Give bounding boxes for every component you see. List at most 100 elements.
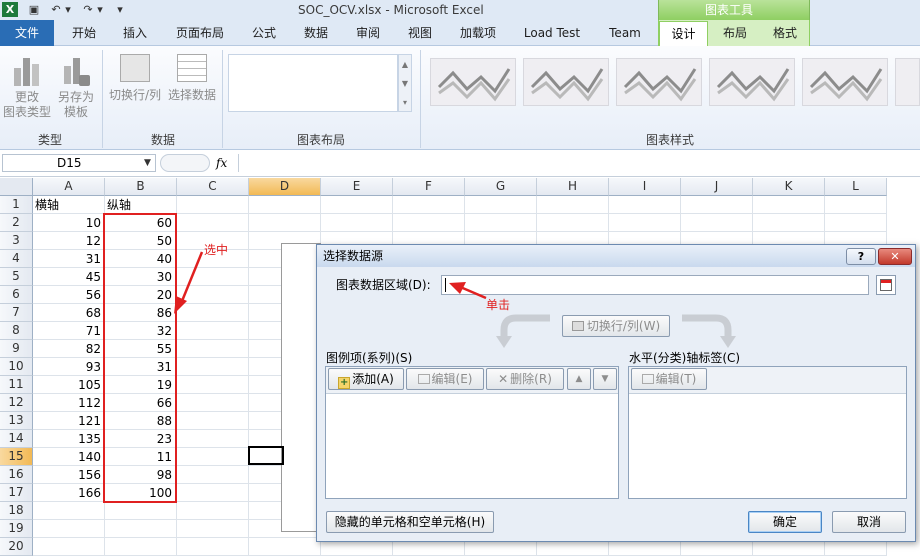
tab-review[interactable]: 审阅	[348, 20, 388, 46]
cell-a[interactable]: 105	[33, 376, 105, 394]
row-header[interactable]: 4	[0, 250, 33, 268]
cell-a[interactable]: 横轴	[33, 196, 105, 214]
empty-cell[interactable]	[825, 214, 887, 232]
cell-a[interactable]: 166	[33, 484, 105, 502]
cell-a[interactable]: 71	[33, 322, 105, 340]
chart-area[interactable]	[281, 243, 321, 532]
cell-a[interactable]	[33, 538, 105, 556]
column-header-k[interactable]: K	[753, 178, 825, 196]
empty-cell[interactable]	[177, 520, 249, 538]
column-header-b[interactable]: B	[105, 178, 177, 196]
cell-a[interactable]	[33, 520, 105, 538]
empty-cell[interactable]	[537, 196, 609, 214]
column-header-f[interactable]: F	[393, 178, 465, 196]
empty-cell[interactable]	[249, 196, 321, 214]
column-header-i[interactable]: I	[609, 178, 681, 196]
row-header[interactable]: 2	[0, 214, 33, 232]
chart-style-thumb[interactable]	[709, 58, 795, 106]
edit-series-button[interactable]: 编辑(E)	[406, 368, 484, 390]
chart-style-thumb[interactable]	[802, 58, 888, 106]
empty-cell[interactable]	[753, 196, 825, 214]
empty-cell[interactable]	[177, 448, 249, 466]
tab-layout[interactable]: 布局	[712, 20, 758, 46]
undo-icon[interactable]: ↶	[48, 2, 64, 17]
excel-logo-icon[interactable]: X	[2, 2, 18, 17]
tab-formulas[interactable]: 公式	[244, 20, 284, 46]
row-header[interactable]: 6	[0, 286, 33, 304]
empty-cell[interactable]	[177, 340, 249, 358]
hidden-empty-cells-button[interactable]: 隐藏的单元格和空单元格(H)	[326, 511, 494, 533]
redo-icon[interactable]: ↷	[80, 2, 96, 17]
delete-series-button[interactable]: ✕ 删除(R)	[486, 368, 564, 390]
row-header[interactable]: 13	[0, 412, 33, 430]
cell-b[interactable]: 纵轴	[105, 196, 177, 214]
chart-layout-gallery[interactable]	[228, 54, 398, 112]
empty-cell[interactable]	[177, 538, 249, 556]
save-icon[interactable]: ▣	[26, 2, 42, 17]
empty-cell[interactable]	[609, 214, 681, 232]
edit-axis-labels-button[interactable]: 编辑(T)	[631, 368, 707, 390]
row-header[interactable]: 1	[0, 196, 33, 214]
column-header-d[interactable]: D	[249, 178, 321, 196]
empty-cell[interactable]	[177, 358, 249, 376]
empty-cell[interactable]	[465, 214, 537, 232]
empty-cell[interactable]	[177, 214, 249, 232]
cell-a[interactable]: 10	[33, 214, 105, 232]
select-all-corner[interactable]	[0, 178, 33, 196]
chart-data-range-input[interactable]	[441, 275, 869, 295]
undo-dropdown-icon[interactable]: ▾	[64, 2, 72, 17]
tab-design[interactable]: 设计	[659, 21, 708, 47]
empty-cell[interactable]	[681, 214, 753, 232]
cell-b[interactable]	[105, 502, 177, 520]
tab-addins[interactable]: 加载项	[452, 20, 504, 46]
empty-cell[interactable]	[177, 412, 249, 430]
cell-a[interactable]: 12	[33, 232, 105, 250]
insert-function-icon[interactable]: fx	[216, 154, 232, 172]
customize-icon[interactable]: ▾	[114, 2, 126, 17]
tab-home[interactable]: 开始	[62, 20, 106, 46]
empty-cell[interactable]	[609, 196, 681, 214]
column-header-l[interactable]: L	[825, 178, 887, 196]
tab-team[interactable]: Team	[600, 20, 650, 46]
change-chart-type-button[interactable]: 更改 图表类型	[2, 52, 52, 124]
empty-cell[interactable]	[393, 214, 465, 232]
move-up-button[interactable]: ▲	[567, 368, 591, 390]
empty-cell[interactable]	[177, 430, 249, 448]
cell-a[interactable]: 121	[33, 412, 105, 430]
empty-cell[interactable]	[177, 322, 249, 340]
empty-cell[interactable]	[177, 502, 249, 520]
row-header[interactable]: 3	[0, 232, 33, 250]
cell-b[interactable]	[105, 520, 177, 538]
empty-cell[interactable]	[177, 466, 249, 484]
chart-style-thumb[interactable]	[523, 58, 609, 106]
empty-cell[interactable]	[537, 214, 609, 232]
empty-cell[interactable]	[177, 376, 249, 394]
empty-cell[interactable]	[393, 196, 465, 214]
cell-a[interactable]: 56	[33, 286, 105, 304]
empty-cell[interactable]	[177, 394, 249, 412]
chart-style-thumb[interactable]	[895, 58, 920, 106]
empty-cell[interactable]	[321, 214, 393, 232]
move-down-button[interactable]: ▼	[593, 368, 617, 390]
save-as-template-button[interactable]: 另存为 模板	[54, 52, 98, 124]
row-header[interactable]: 11	[0, 376, 33, 394]
cell-a[interactable]: 68	[33, 304, 105, 322]
row-header[interactable]: 12	[0, 394, 33, 412]
column-header-g[interactable]: G	[465, 178, 537, 196]
select-data-button[interactable]: 选择数据	[166, 52, 218, 110]
row-header[interactable]: 16	[0, 466, 33, 484]
column-header-h[interactable]: H	[537, 178, 609, 196]
cell-a[interactable]: 82	[33, 340, 105, 358]
tab-insert[interactable]: 插入	[113, 20, 157, 46]
tab-view[interactable]: 视图	[400, 20, 440, 46]
cell-a[interactable]: 112	[33, 394, 105, 412]
tab-data[interactable]: 数据	[296, 20, 336, 46]
row-header[interactable]: 7	[0, 304, 33, 322]
ok-button[interactable]: 确定	[748, 511, 822, 533]
column-header-j[interactable]: J	[681, 178, 753, 196]
switch-row-column-dialog-button[interactable]: 切换行/列(W)	[562, 315, 670, 337]
legend-series-list[interactable]	[326, 393, 618, 498]
name-box-dropdown-icon[interactable]: ▼	[144, 156, 154, 170]
tab-format[interactable]: 格式	[762, 20, 808, 46]
chart-style-thumb[interactable]	[430, 58, 516, 106]
